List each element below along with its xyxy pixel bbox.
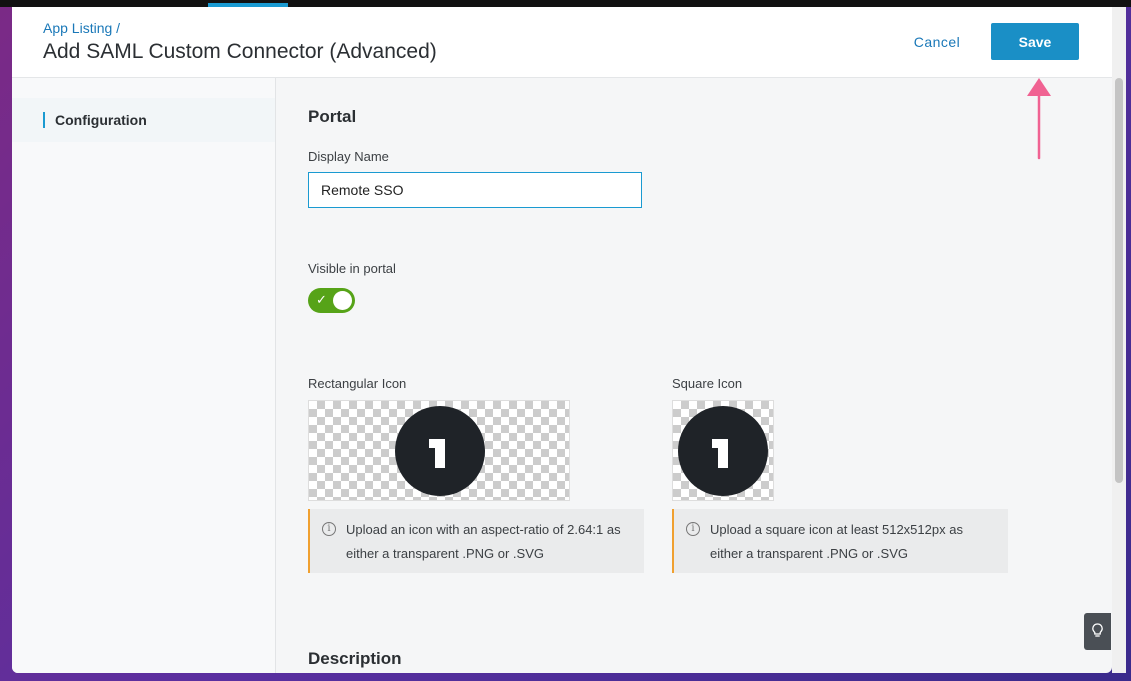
sidebar-item-configuration[interactable]: Configuration [12, 98, 275, 142]
description-section-title: Description [308, 649, 402, 668]
display-name-label: Display Name [308, 149, 389, 164]
display-name-input[interactable] [308, 172, 642, 208]
info-icon: i [322, 522, 336, 536]
rect-hint-line1: Upload an icon with an aspect-ratio of 2… [346, 522, 621, 537]
square-icon-hint: i Upload a square icon at least 512x512p… [672, 509, 1008, 573]
rectangular-icon-hint: i Upload an icon with an aspect-ratio of… [308, 509, 644, 573]
rectangular-icon-upload[interactable] [308, 400, 570, 501]
arrow-up-icon [1027, 78, 1051, 160]
cancel-button[interactable]: Cancel [902, 27, 972, 57]
sidebar-item-label: Configuration [55, 112, 147, 128]
lightbulb-icon [1092, 623, 1103, 637]
visible-in-portal-toggle[interactable]: ✓ [308, 288, 355, 313]
sidebar: Configuration [12, 78, 276, 673]
help-button[interactable] [1084, 613, 1111, 650]
square-icon-label: Square Icon [672, 376, 743, 391]
onelogin-logo-icon [395, 406, 485, 496]
square-icon-upload[interactable] [672, 400, 774, 501]
browser-topbar [0, 0, 1131, 7]
app-window: App Listing / Add SAML Custom Connector … [12, 7, 1112, 673]
check-icon: ✓ [316, 292, 327, 307]
page-header: App Listing / Add SAML Custom Connector … [12, 7, 1112, 78]
main-content: Portal Display Name Visible in portal ✓ … [276, 78, 1112, 673]
portal-section-title: Portal [308, 107, 357, 126]
square-hint-line1: Upload a square icon at least 512x512px … [710, 522, 963, 537]
rect-hint-line2: either a transparent .PNG or .SVG [346, 546, 544, 561]
active-indicator [43, 112, 45, 128]
save-button[interactable]: Save [991, 23, 1079, 60]
page-title: Add SAML Custom Connector (Advanced) [43, 40, 437, 63]
visible-in-portal-label: Visible in portal [308, 261, 396, 276]
square-hint-line2: either a transparent .PNG or .SVG [710, 546, 908, 561]
breadcrumb-app-listing[interactable]: App Listing / [43, 20, 120, 36]
toggle-knob [333, 291, 352, 310]
info-icon: i [686, 522, 700, 536]
rectangular-icon-label: Rectangular Icon [308, 376, 407, 391]
scrollbar-thumb[interactable] [1115, 78, 1123, 483]
onelogin-logo-icon [678, 406, 768, 496]
